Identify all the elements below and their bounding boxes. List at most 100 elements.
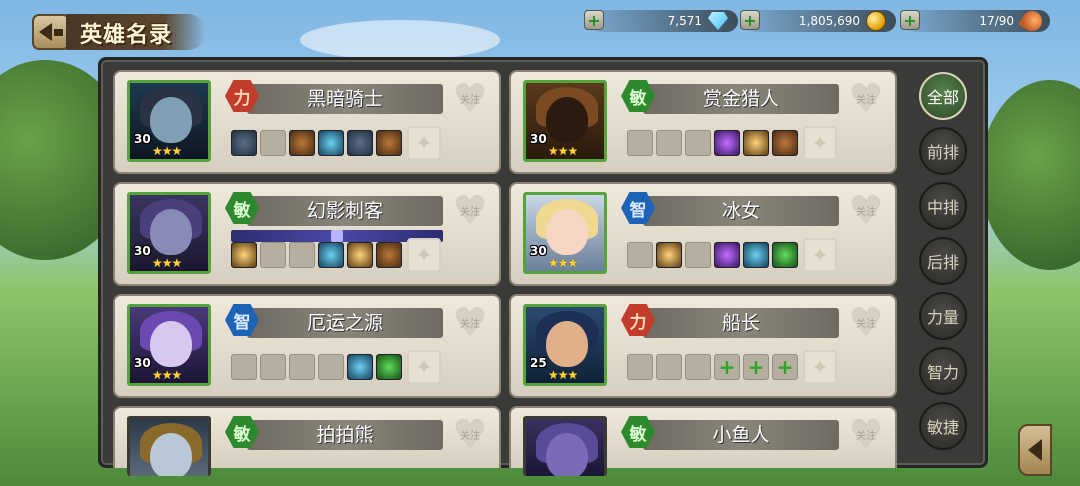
equipment-slot[interactable] xyxy=(685,242,711,268)
hero-level: 30 xyxy=(530,132,547,146)
follow-heart-button[interactable]: 关注 xyxy=(849,418,883,450)
upgrade-slot[interactable]: ✦ xyxy=(803,126,837,160)
equipment-slot[interactable] xyxy=(627,242,653,268)
follow-heart-button[interactable]: 关注 xyxy=(453,418,487,450)
equipment-slot[interactable] xyxy=(685,130,711,156)
tab-back-row[interactable]: 后排 xyxy=(919,237,967,285)
diamond-icon xyxy=(708,12,728,30)
equipment-slot[interactable] xyxy=(231,242,257,268)
tab-intelligence[interactable]: 智力 xyxy=(919,347,967,395)
equipment-slot[interactable] xyxy=(714,242,740,268)
upgrade-slot[interactable]: ✦ xyxy=(407,350,441,384)
equip-available-plus-icon[interactable]: + xyxy=(714,354,740,380)
back-button[interactable] xyxy=(32,14,70,50)
equipment-slot[interactable] xyxy=(743,242,769,268)
hero-portrait[interactable]: 30 ★★★ xyxy=(127,80,211,162)
equipment-slot[interactable] xyxy=(318,354,344,380)
hero-name: 幻影刺客 xyxy=(247,196,443,226)
equipment-slot[interactable] xyxy=(656,130,682,156)
hero-portrait[interactable]: 30 ★★★ xyxy=(127,192,211,274)
equipment-slot[interactable] xyxy=(743,130,769,156)
equipment-slot[interactable] xyxy=(376,130,402,156)
hero-portrait[interactable]: 30 ★★★ xyxy=(127,304,211,386)
equipment-slot[interactable] xyxy=(260,242,286,268)
equipment-slot[interactable] xyxy=(656,242,682,268)
equipment-slot[interactable] xyxy=(772,242,798,268)
equipment-slot[interactable] xyxy=(656,354,682,380)
follow-heart-button[interactable]: 关注 xyxy=(453,82,487,114)
hero-name: 厄运之源 xyxy=(247,308,443,338)
hero-name: 小鱼人 xyxy=(643,420,839,450)
equipment-slot[interactable] xyxy=(289,242,315,268)
add-stamina-button[interactable]: + xyxy=(900,10,920,30)
equipment-slot[interactable] xyxy=(714,130,740,156)
equipment-slot[interactable] xyxy=(376,242,402,268)
equipment-slot[interactable] xyxy=(289,354,315,380)
hero-card-phantom-assassin[interactable]: 30 ★★★ 幻影刺客 敏 关注 ✦ xyxy=(113,182,501,286)
upgrade-slot[interactable]: ✦ xyxy=(407,238,441,272)
background-tree xyxy=(980,80,1080,270)
upgrade-slot[interactable]: ✦ xyxy=(803,238,837,272)
tab-all[interactable]: 全部 xyxy=(919,72,967,120)
hero-portrait[interactable] xyxy=(523,416,607,476)
stamina-value: 17/90 xyxy=(979,14,1014,28)
hero-name: 船长 xyxy=(643,308,839,338)
hero-card-captain[interactable]: 25 ★★★ 船长 力 关注 + + + ✦ xyxy=(509,294,897,398)
hero-portrait[interactable]: 30 ★★★ xyxy=(523,192,607,274)
hero-list-panel: 30 ★★★ 黑暗骑士 力 关注 ✦ 30 ★★★ 赏金猎人 敏 关注 xyxy=(98,57,988,476)
collapse-panel-button[interactable] xyxy=(1018,424,1052,476)
background-cloud xyxy=(300,20,500,60)
upgrade-slot[interactable]: ✦ xyxy=(803,350,837,384)
follow-heart-button[interactable]: 关注 xyxy=(849,82,883,114)
follow-heart-button[interactable]: 关注 xyxy=(453,194,487,226)
hero-card-crystal-maiden[interactable]: 30 ★★★ 冰女 智 关注 ✦ xyxy=(509,182,897,286)
tab-agility[interactable]: 敏捷 xyxy=(919,402,967,450)
hero-card-bane[interactable]: 30 ★★★ 厄运之源 智 关注 ✦ xyxy=(113,294,501,398)
equipment-slot[interactable] xyxy=(685,354,711,380)
page-title: 英雄名录 xyxy=(80,23,173,48)
hero-portrait[interactable]: 30 ★★★ xyxy=(523,80,607,162)
add-gold-button[interactable]: + xyxy=(740,10,760,30)
hero-card-bounty-hunter[interactable]: 30 ★★★ 赏金猎人 敏 关注 ✦ xyxy=(509,70,897,174)
equipment-slot[interactable] xyxy=(318,242,344,268)
equipment-slot[interactable] xyxy=(260,130,286,156)
hero-portrait[interactable]: 25 ★★★ xyxy=(523,304,607,386)
equipment-slots xyxy=(231,242,402,268)
tab-middle-row[interactable]: 中排 xyxy=(919,182,967,230)
follow-heart-button[interactable]: 关注 xyxy=(453,306,487,338)
equipment-slot[interactable] xyxy=(260,354,286,380)
equipment-slot[interactable] xyxy=(627,130,653,156)
tab-strength[interactable]: 力量 xyxy=(919,292,967,340)
tab-front-row[interactable]: 前排 xyxy=(919,127,967,175)
equip-available-plus-icon[interactable]: + xyxy=(772,354,798,380)
hero-name: 冰女 xyxy=(643,196,839,226)
hero-card-ursa[interactable]: 拍拍熊 敏 关注 xyxy=(113,406,501,476)
gold-coins-icon xyxy=(866,11,886,31)
equipment-slot[interactable] xyxy=(627,354,653,380)
hero-card-dark-knight[interactable]: 30 ★★★ 黑暗骑士 力 关注 ✦ xyxy=(113,70,501,174)
equipment-slot[interactable] xyxy=(376,354,402,380)
follow-heart-button[interactable]: 关注 xyxy=(849,194,883,226)
hero-stars: ★★★ xyxy=(548,256,578,270)
gold-value: 1,805,690 xyxy=(798,14,860,28)
gold-counter: + 1,805,690 xyxy=(740,10,896,32)
equipment-slot[interactable] xyxy=(772,130,798,156)
equipment-slots xyxy=(627,130,798,156)
equipment-slot[interactable] xyxy=(289,130,315,156)
equip-available-plus-icon[interactable]: + xyxy=(743,354,769,380)
add-diamonds-button[interactable]: + xyxy=(584,10,604,30)
equipment-slot[interactable] xyxy=(347,354,373,380)
equipment-slot[interactable] xyxy=(231,354,257,380)
equipment-slot[interactable] xyxy=(231,130,257,156)
hero-stars: ★★★ xyxy=(152,144,182,158)
follow-heart-button[interactable]: 关注 xyxy=(849,306,883,338)
hero-card-slark[interactable]: 小鱼人 敏 关注 xyxy=(509,406,897,476)
upgrade-slot[interactable]: ✦ xyxy=(407,126,441,160)
hero-portrait[interactable] xyxy=(127,416,211,476)
equipment-slot[interactable] xyxy=(318,130,344,156)
equipment-slots: + + + xyxy=(627,354,798,380)
hero-level: 25 xyxy=(530,356,547,370)
equipment-slot[interactable] xyxy=(347,242,373,268)
hero-stars: ★★★ xyxy=(152,368,182,382)
equipment-slot[interactable] xyxy=(347,130,373,156)
